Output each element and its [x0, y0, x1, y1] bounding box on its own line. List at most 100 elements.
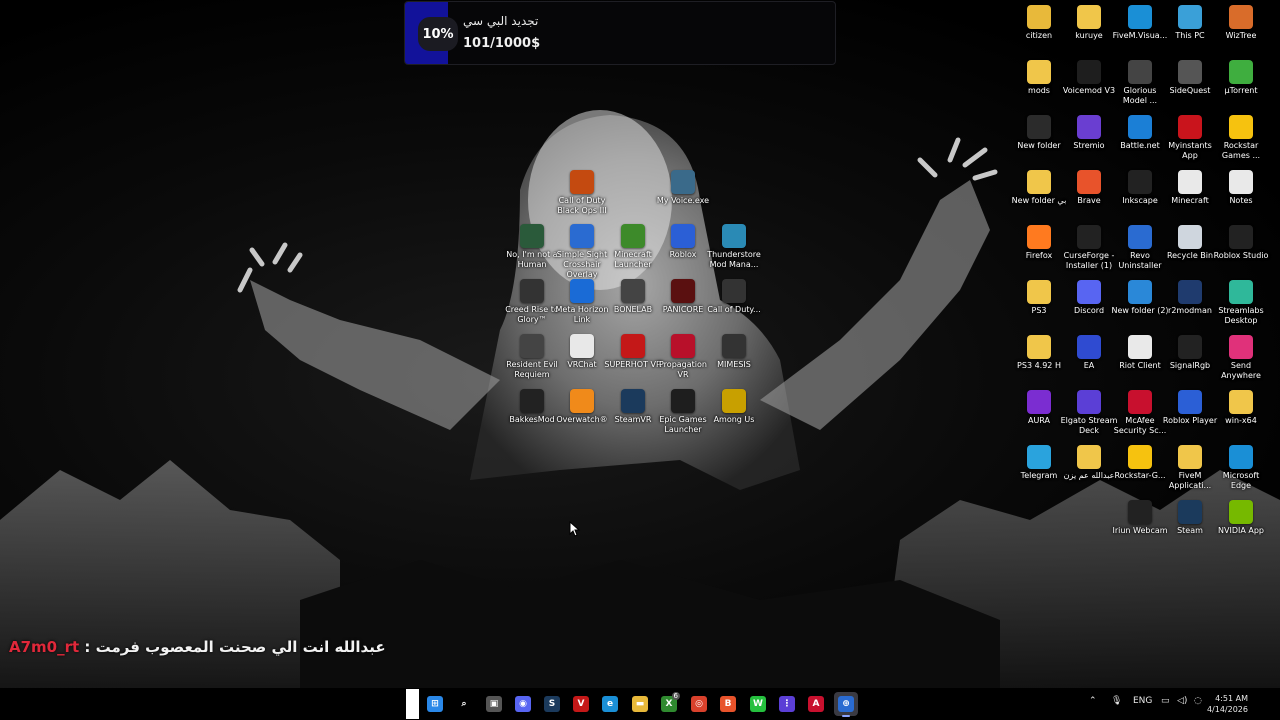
taskbar-file-explorer-button[interactable]: ▬: [628, 692, 652, 716]
desktop[interactable]: 10% تجديد البي سي 101/1000$ citizen kuruy…: [0, 0, 1280, 688]
r2modman-icon: [1178, 280, 1202, 304]
microphone-icon[interactable]: 🎙: [1111, 696, 1122, 706]
desktop-shortcut-label: Overwatch®: [556, 415, 608, 424]
desktop-shortcut-recycle-bin[interactable]: Recycle Bin: [1161, 225, 1219, 261]
desktop-shortcut-stremio[interactable]: Stremio: [1060, 115, 1118, 151]
desktop-shortcut-label: Roblox: [669, 250, 697, 259]
desktop-shortcut-rockstar-games[interactable]: Rockstar Games ...: [1212, 115, 1270, 161]
desktop-shortcut-call-of-duty-black-ops-iii[interactable]: Call of Duty Black Ops III: [553, 170, 611, 216]
taskbar-whatsapp-button[interactable]: W: [746, 692, 770, 716]
taskbar-apps-grid-button[interactable]: ⋮: [775, 692, 799, 716]
desktop-shortcut-voicemod-v3[interactable]: Voicemod V3: [1060, 60, 1118, 96]
desktop-shortcut-myinstants-app[interactable]: Myinstants App: [1161, 115, 1219, 161]
brave-icon: [1077, 170, 1101, 194]
desktop-shortcut-microsoft-edge[interactable]: Microsoft Edge: [1212, 445, 1270, 491]
bonelab-icon: [621, 279, 645, 303]
desktop-shortcut-my-voice-exe[interactable]: My Voice.exe: [654, 170, 712, 206]
desktop-shortcut-nvidia-app[interactable]: NVIDIA App: [1212, 500, 1270, 536]
rockstar-icon: [1229, 115, 1253, 139]
desktop-shortcut-sidequest[interactable]: SideQuest: [1161, 60, 1219, 96]
desktop-shortcut-r2modman[interactable]: r2modman: [1161, 280, 1219, 316]
desktop-shortcut-propagation-vr[interactable]: Propagation VR: [654, 334, 712, 380]
goal-value: 101/1000$: [463, 36, 541, 51]
desktop-shortcut-signalrgb[interactable]: SignalRgb: [1161, 335, 1219, 371]
desktop-shortcut-label: Meta Horizon Link: [555, 305, 609, 324]
desktop-shortcut-ea[interactable]: EA: [1060, 335, 1118, 371]
desktop-shortcut-label: Iriun Webcam: [1112, 526, 1168, 535]
roblox-icon: [671, 224, 695, 248]
taskbar-vrchat-button[interactable]: V: [569, 692, 593, 716]
desktop-shortcut-label: Stremio: [1073, 141, 1105, 150]
desktop-shortcut-roblox[interactable]: Roblox: [654, 224, 712, 260]
desktop-shortcut-discord[interactable]: Discord: [1060, 280, 1118, 316]
desktop-shortcut-wiztree[interactable]: WizTree: [1212, 5, 1270, 41]
donation-goal-notification: 10% تجديد البي سي 101/1000$: [404, 1, 836, 65]
desktop-shortcut-minecraft[interactable]: Minecraft: [1161, 170, 1219, 206]
desktop-shortcut-label: Send Anywhere: [1221, 361, 1261, 380]
desktop-shortcut-streamlabs-desktop[interactable]: Streamlabs Desktop: [1212, 280, 1270, 326]
desktop-shortcut-notes[interactable]: Notes: [1212, 170, 1270, 206]
desktop-shortcut-label: SUPERHOT VR: [604, 360, 662, 369]
desktop-shortcut-panicore[interactable]: PANICORE: [654, 279, 712, 315]
desktop-shortcut-label: Propagation VR: [659, 360, 707, 379]
taskbar-steam-button[interactable]: S: [540, 692, 564, 716]
streamdeck-icon: [1077, 390, 1101, 414]
desktop-shortcut-roblox-player[interactable]: Roblox Player: [1161, 390, 1219, 426]
propagation-icon: [671, 334, 695, 358]
taskbar-edge-button[interactable]: e: [598, 692, 622, 716]
desktop-shortcut-send-anywhere[interactable]: Send Anywhere: [1212, 335, 1270, 381]
desktop-shortcut-among-us[interactable]: Among Us: [705, 389, 763, 425]
volume-icon[interactable]: ◁): [1177, 696, 1187, 706]
taskbar-widget-block[interactable]: [406, 689, 419, 719]
desktop-shortcut-kuruye[interactable]: kuruye: [1060, 5, 1118, 41]
roblox-studio-icon: [1229, 225, 1253, 249]
file-icon: [1178, 170, 1202, 194]
taskbar-xbox-button[interactable]: X6: [657, 692, 681, 716]
wiztree-icon: [1229, 5, 1253, 29]
taskbar-brave-button[interactable]: B: [716, 692, 740, 716]
desktop-shortcut-curseforge-installer-1[interactable]: CurseForge - Installer (1): [1060, 225, 1118, 271]
desktop-shortcut-vrchat[interactable]: VRChat: [553, 334, 611, 370]
desktop-shortcut-label: CurseForge - Installer (1): [1063, 251, 1115, 270]
telegram-icon: [1027, 445, 1051, 469]
taskbar-start-button[interactable]: ⊞: [423, 692, 447, 716]
apps-grid-icon: ⋮: [779, 696, 795, 712]
notes-icon: [1229, 170, 1253, 194]
desktop-shortcut-meta-horizon-link[interactable]: Meta Horizon Link: [553, 279, 611, 325]
show-hidden-icons-icon[interactable]: ⌃: [1089, 696, 1097, 706]
notification-icon[interactable]: ◌: [1194, 696, 1202, 706]
desktop-shortcut-label: Battle.net: [1120, 141, 1160, 150]
desktop-shortcut-simple-sight-crosshair-overlay[interactable]: Simple Sight Crosshair Overlay: [553, 224, 611, 280]
desktop-shortcut-this-pc[interactable]: This PC: [1161, 5, 1219, 41]
taskbar-crosshair-app-button[interactable]: ⊕: [834, 692, 858, 717]
desktop-shortcut-win-x64[interactable]: win-x64: [1212, 390, 1270, 426]
desktop-shortcut-label: Myinstants App: [1168, 141, 1212, 160]
desktop-shortcut-call-of-duty[interactable]: Call of Duty...: [705, 279, 763, 315]
desktop-shortcut-item[interactable]: عبدالله عم يزن: [1060, 445, 1118, 481]
steam-icon: S: [544, 696, 560, 712]
taskbar-search-button[interactable]: ⌕: [452, 692, 476, 716]
taskbar-chrome-button[interactable]: ◎: [687, 692, 711, 716]
desktop-shortcut-thunderstore-mod-mana[interactable]: Thunderstore Mod Mana...: [705, 224, 763, 270]
taskbar-discord-button[interactable]: ◉: [511, 692, 535, 716]
desktop-shortcut-overwatch[interactable]: Overwatch®: [553, 389, 611, 425]
desktop-shortcut-label: WizTree: [1225, 31, 1257, 40]
desktop-shortcut-fivem-applicati[interactable]: FiveM Applicati...: [1161, 445, 1219, 491]
desktop-shortcut-epic-games-launcher[interactable]: Epic Games Launcher: [654, 389, 712, 435]
desktop-shortcut-torrent[interactable]: µTorrent: [1212, 60, 1270, 96]
language-indicator[interactable]: ENG: [1133, 696, 1152, 706]
discord-icon: [1077, 280, 1101, 304]
taskbar-task-view-button[interactable]: ▣: [482, 692, 506, 716]
desktop-shortcut-label: Firefox: [1025, 251, 1053, 260]
desktop-shortcut-roblox-studio[interactable]: Roblox Studio: [1212, 225, 1270, 261]
desktop-shortcut-elgato-stream-deck[interactable]: Elgato Stream Deck: [1060, 390, 1118, 436]
desktop-shortcut-mimesis[interactable]: MIMESIS: [705, 334, 763, 370]
system-clock[interactable]: 4:51 AM 4/14/2026: [1206, 693, 1248, 715]
taskbar-adobe-button[interactable]: A: [804, 692, 828, 716]
edge-icon: [1128, 5, 1152, 29]
desktop-shortcut-label: عبدالله عم يزن: [1063, 471, 1115, 480]
network-icon[interactable]: ▭: [1161, 696, 1170, 706]
desktop-shortcut-steam[interactable]: Steam: [1161, 500, 1219, 536]
desktop-shortcut-brave[interactable]: Brave: [1060, 170, 1118, 206]
goal-title: تجديد البي سي: [463, 14, 539, 28]
